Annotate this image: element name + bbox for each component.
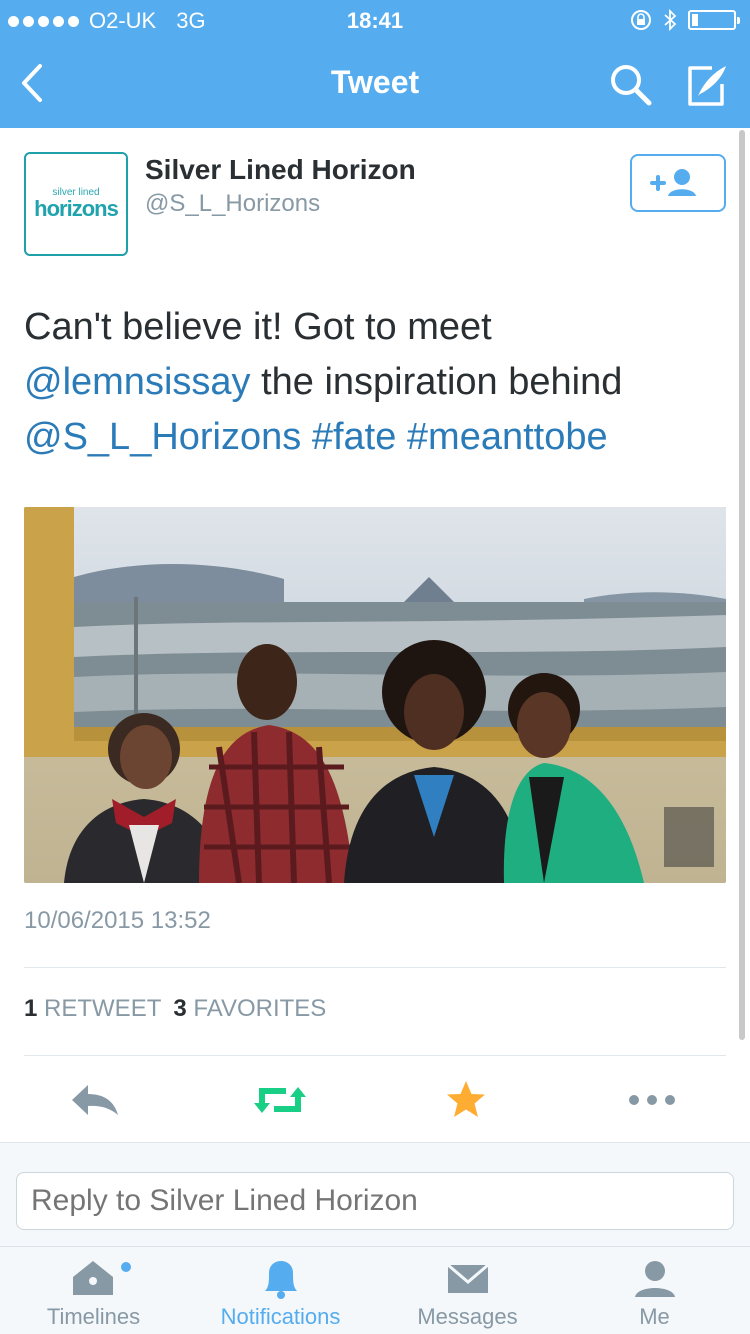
person-icon [635, 1261, 675, 1297]
tab-me[interactable]: Me [561, 1247, 748, 1334]
retweet-icon [254, 1087, 306, 1113]
home-icon [73, 1261, 131, 1295]
follow-button[interactable] [630, 154, 726, 212]
tab-label: Messages [417, 1304, 518, 1329]
retweet-stat[interactable]: 1 RETWEET [24, 995, 161, 1023]
mention-link[interactable]: @lemnsissay [24, 361, 251, 403]
divider [24, 1055, 726, 1056]
tweet-timestamp: 10/06/2015 13:52 [24, 907, 211, 934]
hashtag-link[interactable]: #meanttobe [407, 416, 608, 458]
reply-button[interactable] [66, 1075, 126, 1125]
bluetooth-icon [664, 8, 677, 32]
tweet-stats: 1 RETWEET 3 FAVORITES [24, 995, 326, 1023]
retweet-label: RETWEET [44, 995, 162, 1022]
tab-messages[interactable]: Messages [374, 1247, 561, 1334]
tab-label: Timelines [46, 1304, 141, 1329]
scrollbar[interactable] [739, 130, 745, 1040]
reply-input[interactable] [16, 1172, 734, 1230]
compose-quill-icon [688, 66, 726, 106]
tweet-text-part: the inspiration behind [250, 361, 623, 403]
tab-bar: Timelines Notifications Messages Me [0, 1246, 750, 1334]
tab-label: Notifications [220, 1304, 341, 1329]
search-icon [611, 65, 652, 106]
ellipsis-icon [629, 1095, 675, 1105]
search-button[interactable] [606, 60, 656, 110]
mention-link[interactable]: @S_L_Horizons [24, 416, 301, 458]
top-bar: O2-UK 3G 18:41 Tweet [0, 0, 750, 128]
rotation-lock-icon [631, 10, 651, 30]
tweet-photo[interactable] [24, 507, 726, 883]
star-icon [447, 1081, 485, 1117]
avatar-logo-text: horizons [34, 196, 119, 221]
favorite-count: 3 [173, 995, 187, 1022]
photo-illustration [24, 507, 726, 883]
tab-label: Me [639, 1304, 670, 1329]
tweet-text: Can't believe it! Got to meet @lemnsissa… [24, 300, 724, 465]
more-button[interactable] [622, 1075, 682, 1125]
add-user-icon [650, 169, 696, 196]
avatar[interactable]: silver lined horizons [24, 152, 128, 256]
tab-timelines[interactable]: Timelines [0, 1247, 187, 1334]
battery-icon [688, 10, 740, 30]
favorite-label: FAVORITES [193, 995, 327, 1022]
hashtag-link[interactable]: #fate [312, 416, 397, 458]
favorite-stat[interactable]: 3 FAVORITES [173, 995, 326, 1023]
favorite-button[interactable] [436, 1075, 496, 1125]
divider [24, 967, 726, 968]
retweet-count: 1 [24, 995, 38, 1022]
bell-icon [265, 1261, 297, 1299]
author-handle[interactable]: @S_L_Horizons [145, 190, 320, 218]
tweet-text-part: Can't believe it! Got to meet [24, 306, 492, 348]
reply-arrow-icon [72, 1085, 118, 1115]
envelope-icon [447, 1263, 489, 1293]
tab-notifications[interactable]: Notifications [187, 1247, 374, 1334]
compose-button[interactable] [682, 60, 732, 110]
status-bar: O2-UK 3G 18:41 [0, 0, 750, 40]
author-display-name[interactable]: Silver Lined Horizon [145, 154, 416, 186]
retweet-button[interactable] [250, 1075, 310, 1125]
